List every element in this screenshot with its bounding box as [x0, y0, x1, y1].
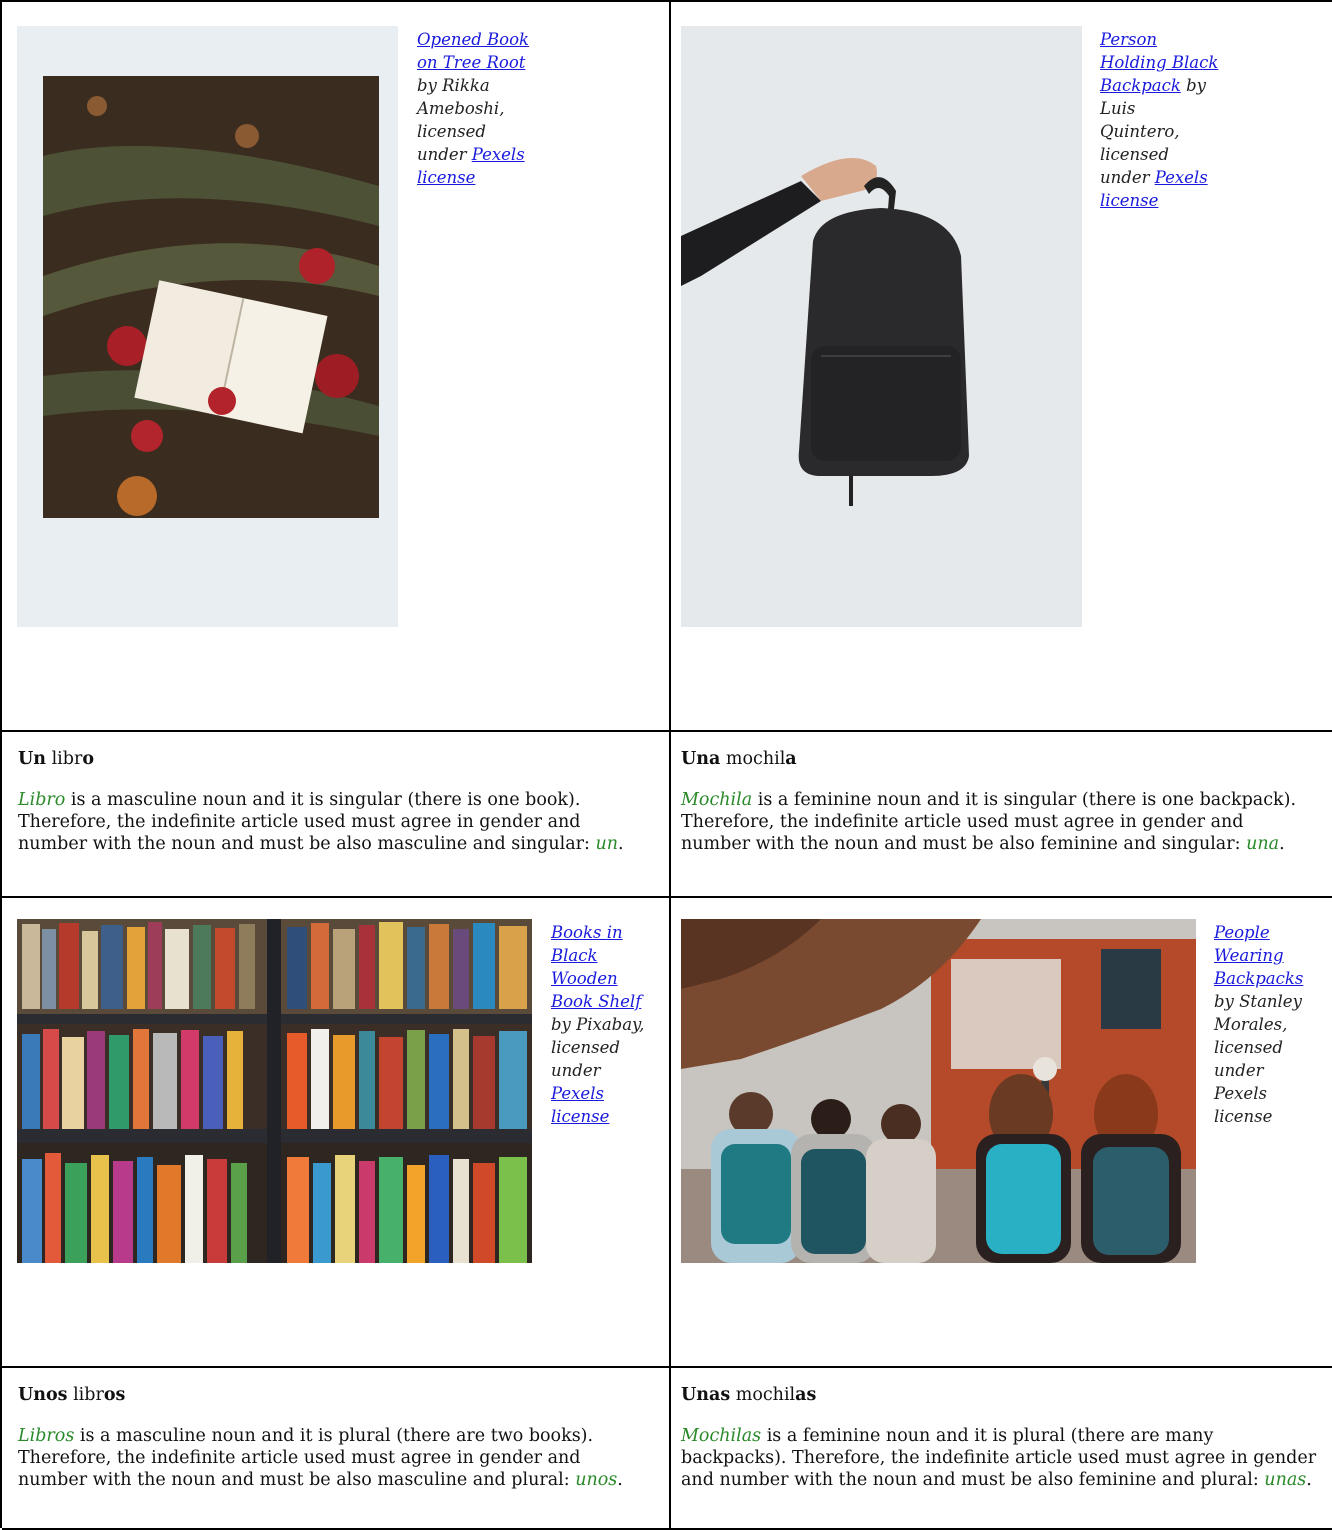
explanation-body: is a feminine noun and it is singular (t…	[681, 790, 1297, 854]
photo-title-link[interactable]: People Wearing Backpacks	[1214, 923, 1303, 988]
photo-people-backpacks	[681, 919, 1196, 1263]
answer-term: unos	[575, 1470, 618, 1490]
photo-title-link[interactable]: Opened Book on Tree Root	[417, 30, 529, 72]
photo-bookshelf	[17, 919, 532, 1263]
noun-term: Libros	[18, 1426, 75, 1446]
sentence-end: .	[1279, 834, 1285, 854]
sentence-end: .	[617, 1470, 623, 1490]
noun-term: Mochila	[681, 790, 753, 810]
cell-explanation-unas-mochilas: Unas mochilas Mochilas is a feminine nou…	[671, 1368, 1332, 1530]
explanation-block: Una mochila Mochila is a feminine noun a…	[681, 748, 1318, 855]
cell-backpack-photo: Person Holding Black Backpack by Luis Qu…	[671, 2, 1332, 732]
phrase-title: Unas mochilas	[681, 1384, 1318, 1406]
noun-ending: as	[795, 1385, 817, 1405]
photo-credit-text: by Stanley Morales, licensed under Pexel…	[1214, 992, 1302, 1126]
people-backpacks-image	[681, 919, 1196, 1263]
article-term: Un	[18, 749, 46, 769]
article-term: Una	[681, 749, 721, 769]
vocabulary-table: Opened Book on Tree Root by Rikka Amebos…	[0, 0, 1332, 1530]
cell-book-photo: Opened Book on Tree Root by Rikka Amebos…	[2, 2, 671, 732]
black-backpack-image	[681, 26, 1082, 627]
photo-credit: Person Holding Black Backpack by Luis Qu…	[1100, 28, 1220, 212]
explanation-body: is a masculine noun and it is singular (…	[18, 790, 596, 854]
article-term: Unos	[18, 1385, 68, 1405]
explanation-body: is a masculine noun and it is plural (th…	[18, 1426, 594, 1490]
cell-people-backpacks-photo: People Wearing Backpacks by Stanley Mora…	[671, 898, 1332, 1368]
noun-term: Mochilas	[681, 1426, 762, 1446]
photo-credit: Books in Black Wooden Book Shelf by Pixa…	[551, 921, 656, 1128]
license-link[interactable]: Pexels license	[551, 1084, 609, 1126]
noun-term: Libro	[18, 790, 66, 810]
explanation-text: Mochilas is a feminine noun and it is pl…	[681, 1425, 1318, 1491]
phrase-title: Unos libros	[18, 1384, 655, 1406]
photo-open-book	[17, 26, 398, 627]
sentence-end: .	[618, 834, 624, 854]
answer-term: unas	[1264, 1470, 1307, 1490]
answer-term: una	[1246, 834, 1280, 854]
explanation-body: is a feminine noun and it is plural (the…	[681, 1426, 1317, 1490]
explanation-block: Unos libros Libros is a masculine noun a…	[18, 1384, 655, 1491]
noun-stem: libr	[67, 1385, 104, 1405]
cell-explanation-un-libro: Un libro Libro is a masculine noun and i…	[2, 732, 671, 898]
photo-black-backpack	[681, 26, 1082, 627]
noun-stem: libr	[46, 749, 83, 769]
noun-stem: mochil	[720, 749, 786, 769]
open-book-image	[17, 26, 398, 627]
explanation-block: Unas mochilas Mochilas is a feminine nou…	[681, 1384, 1318, 1491]
photo-title-link[interactable]: Books in Black Wooden Book Shelf	[551, 923, 641, 1011]
phrase-title: Una mochila	[681, 748, 1318, 770]
explanation-text: Libro is a masculine noun and it is sing…	[18, 789, 655, 855]
cell-bookshelf-photo: Books in Black Wooden Book Shelf by Pixa…	[2, 898, 671, 1368]
sentence-end: .	[1306, 1470, 1312, 1490]
photo-credit: People Wearing Backpacks by Stanley Mora…	[1214, 921, 1314, 1128]
photo-credit: Opened Book on Tree Root by Rikka Amebos…	[417, 28, 537, 189]
cell-explanation-una-mochila: Una mochila Mochila is a feminine noun a…	[671, 732, 1332, 898]
bookshelf-image	[17, 919, 532, 1263]
explanation-block: Un libro Libro is a masculine noun and i…	[18, 748, 655, 855]
article-term: Unas	[681, 1385, 731, 1405]
phrase-title: Un libro	[18, 748, 655, 770]
cell-explanation-unos-libros: Unos libros Libros is a masculine noun a…	[2, 1368, 671, 1530]
explanation-text: Libros is a masculine noun and it is plu…	[18, 1425, 655, 1491]
noun-ending: o	[82, 749, 95, 769]
explanation-text: Mochila is a feminine noun and it is sin…	[681, 789, 1318, 855]
noun-ending: os	[103, 1385, 126, 1405]
answer-term: un	[595, 834, 618, 854]
photo-credit-text: by Pixabay, licensed under	[551, 1015, 645, 1080]
noun-stem: mochil	[730, 1385, 796, 1405]
noun-ending: a	[785, 749, 797, 769]
